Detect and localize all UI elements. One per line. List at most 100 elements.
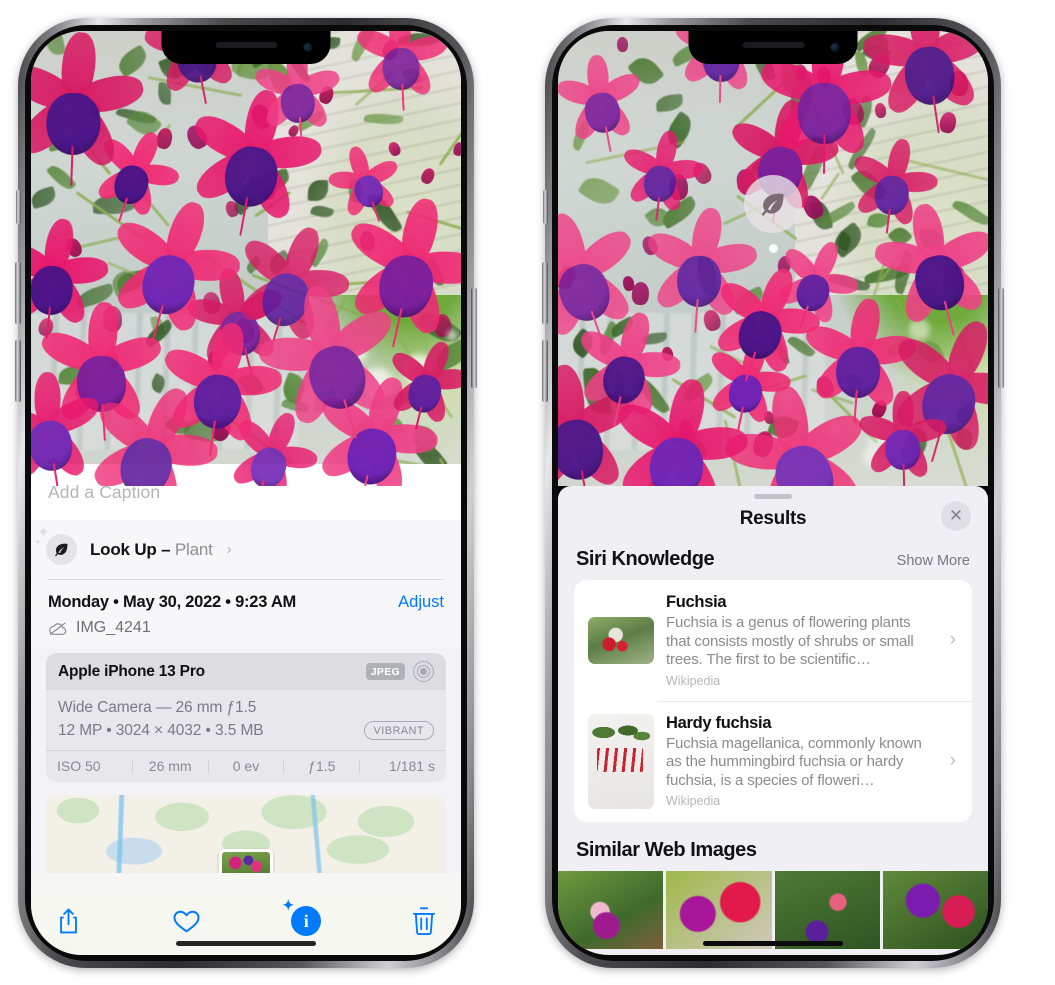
earpiece-speaker [215,42,277,48]
visual-look-up-badge[interactable] [744,175,802,233]
photo-fuchsia-bloom [31,31,146,187]
home-indicator[interactable] [703,941,843,946]
photo-date: Monday • May 30, 2022 • 9:23 AM [48,593,297,611]
exif-stat: ISO 50 [57,758,101,774]
knowledge-thumbnail [588,713,654,809]
power-button[interactable] [998,288,1004,388]
aperture-icon [413,661,434,682]
exif-stat: 1/181 s [389,758,435,774]
phone-left: Add a Caption ✦ ✦ Look Up – Plant › Mond… [15,18,477,968]
photo-fuchsia-bloom [620,129,704,221]
siri-knowledge-header: Siri Knowledge Show More [558,544,988,580]
similar-image-thumbnail[interactable] [774,870,880,949]
exif-stats-row: ISO 50 26 mm 0 ev ƒ1.5 1/181 s [46,750,446,782]
knowledge-body: Fuchsia Fuchsia is a genus of flowering p… [666,593,938,688]
photo-fuchsia-bloom [861,31,988,133]
photo-flower-bud [616,36,629,52]
exif-card[interactable]: Apple iPhone 13 Pro JPEG Wide Camera — 2… [46,653,446,782]
photo-fuchsia-bloom [31,217,109,339]
knowledge-body: Hardy fuchsia Fuchsia magellanica, common… [666,714,938,809]
exif-stat: ƒ1.5 [308,758,336,774]
knowledge-title: Fuchsia [666,593,727,611]
location-map[interactable] [46,795,446,873]
photographic-style-badge: VIBRANT [363,721,434,740]
earpiece-speaker [742,42,804,48]
sparkle-icon: ✦ [282,899,295,914]
knowledge-thumbnail [588,616,654,664]
siri-knowledge-title: Siri Knowledge [576,548,715,570]
front-camera [303,43,313,52]
look-up-title: Look Up – [90,539,175,559]
share-icon[interactable] [56,907,81,936]
knowledge-row[interactable]: Fuchsia Fuchsia is a genus of flowering p… [574,580,972,701]
resolution-info: 12 MP • 3024 × 4032 • 3.5 MB [58,721,264,739]
look-up-row[interactable]: ✦ ✦ Look Up – Plant › [31,520,461,580]
photo-fuchsia-bloom [353,31,450,112]
volume-up-button[interactable] [15,262,21,324]
mute-switch[interactable] [16,190,21,224]
photo-fuchsia-bloom [252,46,343,143]
sparkle-icon: ✦ [37,524,50,541]
photo-fuchsia-bloom [801,297,918,424]
photo-info-sheet: Add a Caption ✦ ✦ Look Up – Plant › Mond… [31,464,461,955]
similar-image-thumbnail[interactable] [882,870,988,949]
volume-down-button[interactable] [15,340,21,402]
chevron-right-icon: › [949,750,956,771]
exif-stat: 0 ev [232,758,260,774]
similar-image-thumbnail[interactable] [666,870,772,949]
map-photo-pin[interactable] [219,849,273,873]
knowledge-row[interactable]: Hardy fuchsia Fuchsia magellanica, common… [574,700,972,822]
look-up-subject: Plant [174,539,213,559]
heart-icon[interactable] [172,908,201,934]
volume-down-button[interactable] [542,340,548,402]
home-indicator[interactable] [176,941,316,946]
notch [161,31,331,64]
volume-up-button[interactable] [542,262,548,324]
knowledge-title: Hardy fuchsia [666,713,772,732]
map-pin-thumbnail [222,852,270,873]
screen-right: Results ✕ Siri Knowledge Show More Fuchs… [558,31,988,955]
results-title: Results [739,508,807,529]
knowledge-source: Wikipedia [666,673,721,688]
similar-image-thumbnail[interactable] [558,870,664,949]
front-camera [830,43,840,52]
power-button[interactable] [471,288,477,388]
chevron-right-icon: › [949,629,956,651]
icloud-slash-icon [49,622,67,635]
trash-icon[interactable] [412,907,436,935]
format-badge: JPEG [365,663,405,680]
photo-filename: IMG_4241 [76,619,151,636]
results-sheet: Results ✕ Siri Knowledge Show More Fuchs… [558,486,988,955]
visual-look-up-anchor-dot [769,244,778,253]
photo-fuchsia-bloom [855,390,949,486]
screen-left: Add a Caption ✦ ✦ Look Up – Plant › Mond… [31,31,461,955]
phone-right: Results ✕ Siri Knowledge Show More Fuchs… [542,18,1004,968]
photo-metadata: Monday • May 30, 2022 • 9:23 AM Adjust I… [31,580,461,647]
siri-knowledge-card: Fuchsia Fuchsia is a genus of flowering p… [574,580,972,822]
info-glyph: i [303,910,309,931]
photo-viewer[interactable] [558,31,988,486]
photo-fuchsia-bloom [612,377,749,486]
photo-viewer[interactable] [31,31,461,486]
exif-body: Wide Camera — 26 mm ƒ1.5 12 MP • 3024 × … [46,690,446,750]
look-up-label: Look Up – Plant [90,540,213,560]
similar-web-images-title: Similar Web Images [576,838,757,861]
camera-device: Apple iPhone 13 Pro [58,662,205,680]
similar-web-images-grid [558,870,988,949]
leaf-icon: ✦ ✦ [34,525,77,565]
exif-header: Apple iPhone 13 Pro JPEG [46,653,446,690]
close-icon[interactable]: ✕ [941,501,971,531]
knowledge-description: Fuchsia is a genus of flowering plants t… [666,614,914,668]
show-more-button[interactable]: Show More [897,553,970,569]
sparkle-small-icon: ✦ [34,537,42,547]
photo-bokeh [446,330,458,341]
info-icon[interactable]: ✦ i [282,899,322,936]
knowledge-description: Fuchsia magellanica, commonly known as t… [666,734,922,789]
mute-switch[interactable] [543,190,548,224]
chevron-right-icon: › [226,541,232,558]
lens-info: Wide Camera — 26 mm ƒ1.5 [58,699,257,716]
notch [688,31,858,64]
exif-stat: 26 mm [148,758,192,774]
knowledge-source: Wikipedia [666,794,721,809]
adjust-button[interactable]: Adjust [398,593,444,612]
